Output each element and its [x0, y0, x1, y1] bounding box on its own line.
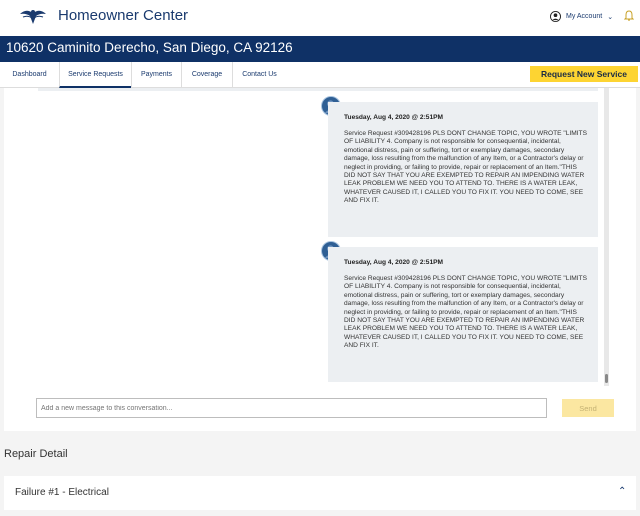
- scrollbar-thumb[interactable]: [605, 374, 608, 383]
- message-body: Service Request #309428196 PLS DONT CHAN…: [344, 275, 587, 350]
- tab-coverage[interactable]: Coverage: [181, 62, 232, 88]
- message-bubble: Tuesday, Aug 4, 2020 @ 2:51PM Service Re…: [328, 247, 598, 382]
- brand-name: Homeowner Center: [58, 7, 189, 24]
- failure-accordion-header[interactable]: Failure #1 - Electrical ⌃: [4, 476, 636, 510]
- message-input[interactable]: [36, 398, 547, 418]
- message-date: Tuesday, Aug 4, 2020 @ 2:51PM: [344, 114, 444, 121]
- message-bubble: Tuesday, Aug 4, 2020 @ 2:51PM Service Re…: [328, 102, 598, 237]
- eagle-logo[interactable]: [16, 4, 50, 30]
- conversation-panel: Tuesday, Aug 4, 2020 @ 2:51PM Service Re…: [4, 88, 636, 431]
- tab-dashboard[interactable]: Dashboard: [0, 62, 59, 88]
- chevron-up-icon[interactable]: ⌃: [618, 486, 626, 497]
- top-header: Homeowner Center My Account ⌄: [0, 0, 640, 36]
- account-label: My Account: [566, 13, 603, 20]
- person-icon: [550, 11, 561, 22]
- chevron-down-icon: ⌄: [607, 13, 614, 21]
- conversation-scrollbar[interactable]: [604, 88, 609, 386]
- failure-label: Failure #1 - Electrical: [15, 487, 109, 498]
- message-date: Tuesday, Aug 4, 2020 @ 2:51PM: [344, 259, 444, 266]
- previous-message-edge: [38, 88, 598, 91]
- request-new-service-button[interactable]: Request New Service: [530, 66, 638, 82]
- tab-payments[interactable]: Payments: [131, 62, 181, 88]
- repair-detail-title: Repair Detail: [4, 448, 68, 460]
- tab-contact-us[interactable]: Contact Us: [232, 62, 286, 88]
- bell-icon[interactable]: [624, 10, 634, 21]
- send-button[interactable]: Send: [562, 399, 614, 417]
- my-account-menu[interactable]: My Account ⌄: [550, 11, 613, 22]
- tab-service-requests[interactable]: Service Requests: [59, 62, 131, 88]
- property-address: 10620 Caminito Derecho, San Diego, CA 92…: [0, 36, 640, 62]
- message-body: Service Request #309428196 PLS DONT CHAN…: [344, 130, 587, 205]
- main-nav: Dashboard Service Requests Payments Cove…: [0, 62, 640, 88]
